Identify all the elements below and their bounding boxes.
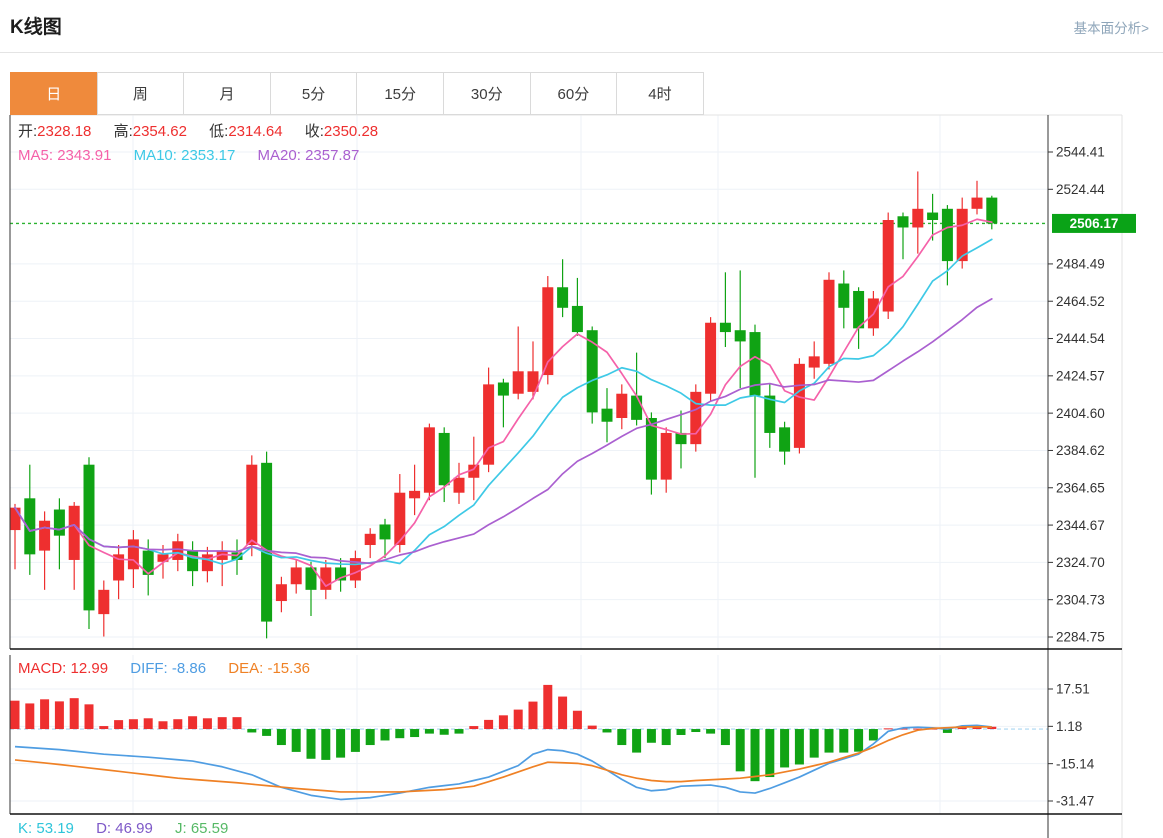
macd-row: MACD: 12.99 DIFF: -8.86 DEA: -15.36 xyxy=(18,660,328,677)
svg-text:2524.44: 2524.44 xyxy=(1056,182,1105,197)
tab-5min[interactable]: 5分 xyxy=(269,72,358,115)
j-label: J: xyxy=(174,820,187,837)
svg-text:-31.47: -31.47 xyxy=(1056,794,1094,809)
svg-text:2344.67: 2344.67 xyxy=(1056,518,1105,533)
diff-label: DIFF: xyxy=(130,660,168,677)
d-value: 46.99 xyxy=(115,820,153,837)
low-value: 2314.64 xyxy=(228,123,283,140)
tab-15min[interactable]: 15分 xyxy=(356,72,444,115)
svg-text:2506.17: 2506.17 xyxy=(1070,216,1119,231)
svg-text:2284.75: 2284.75 xyxy=(1056,630,1105,645)
ma-row: MA5: 2343.91 MA10: 2353.17 MA20: 2357.87 xyxy=(18,147,377,164)
ma20-label: MA20: xyxy=(257,147,301,164)
close-value: 2350.28 xyxy=(323,123,379,140)
kline-page: K线图 基本面分析> 日 周 月 5分 15分 30分 60分 4时 2544.… xyxy=(0,0,1163,838)
tab-4hour[interactable]: 4时 xyxy=(616,72,704,115)
svg-text:2444.54: 2444.54 xyxy=(1056,331,1105,346)
tab-weekly[interactable]: 周 xyxy=(96,72,185,115)
high-value: 2354.62 xyxy=(132,123,187,140)
svg-text:-15.14: -15.14 xyxy=(1056,756,1095,771)
ma20-value: 2357.87 xyxy=(305,147,360,164)
ma5-label: MA5: xyxy=(18,147,54,164)
tab-60min[interactable]: 60分 xyxy=(529,72,618,115)
svg-text:17.51: 17.51 xyxy=(1056,682,1090,697)
k-label: K: xyxy=(18,820,33,837)
tab-daily[interactable]: 日 xyxy=(10,72,98,115)
ma10-label: MA10: xyxy=(133,147,177,164)
svg-text:2404.60: 2404.60 xyxy=(1056,406,1105,421)
macd-label: MACD: xyxy=(18,660,67,677)
low-label: 低: xyxy=(209,123,229,140)
open-label: 开: xyxy=(18,123,38,140)
tab-30min[interactable]: 30分 xyxy=(442,72,531,115)
svg-text:2424.57: 2424.57 xyxy=(1056,369,1105,384)
svg-text:2304.73: 2304.73 xyxy=(1056,592,1105,607)
k-value: 53.19 xyxy=(36,820,74,837)
svg-text:2544.41: 2544.41 xyxy=(1056,145,1105,160)
macd-value: 12.99 xyxy=(70,660,109,677)
ma10-value: 2353.17 xyxy=(181,147,236,164)
open-value: 2328.18 xyxy=(37,123,92,140)
svg-text:2384.62: 2384.62 xyxy=(1056,443,1105,458)
period-tab-bar: 日 周 月 5分 15分 30分 60分 4时 xyxy=(10,72,704,115)
close-label: 收: xyxy=(304,123,324,140)
svg-text:2484.49: 2484.49 xyxy=(1056,257,1105,272)
d-label: D: xyxy=(96,820,112,837)
candles-group xyxy=(9,171,998,639)
tab-monthly[interactable]: 月 xyxy=(183,72,271,115)
dea-value: -15.36 xyxy=(267,660,311,677)
dea-label: DEA: xyxy=(228,660,264,677)
macd-axis: 17.51 1.18 -15.14 -31.47 xyxy=(1048,682,1095,809)
ma5-value: 2343.91 xyxy=(57,147,112,164)
svg-text:2464.52: 2464.52 xyxy=(1056,294,1105,309)
svg-text:1.18: 1.18 xyxy=(1056,719,1082,734)
macd-histogram xyxy=(10,684,997,782)
diff-value: -8.86 xyxy=(171,660,207,677)
kdj-row: K: 53.19 D: 46.99 J: 65.59 xyxy=(18,820,246,837)
j-value: 65.59 xyxy=(190,820,229,837)
svg-text:2324.70: 2324.70 xyxy=(1056,555,1105,570)
high-label: 高: xyxy=(113,123,133,140)
last-price-tag: 2506.17 xyxy=(1052,213,1136,233)
svg-text:2364.65: 2364.65 xyxy=(1056,480,1105,495)
ohlc-row: 开:2328.18 高:2354.62 低:2314.64 收:2350.28 xyxy=(18,120,396,141)
